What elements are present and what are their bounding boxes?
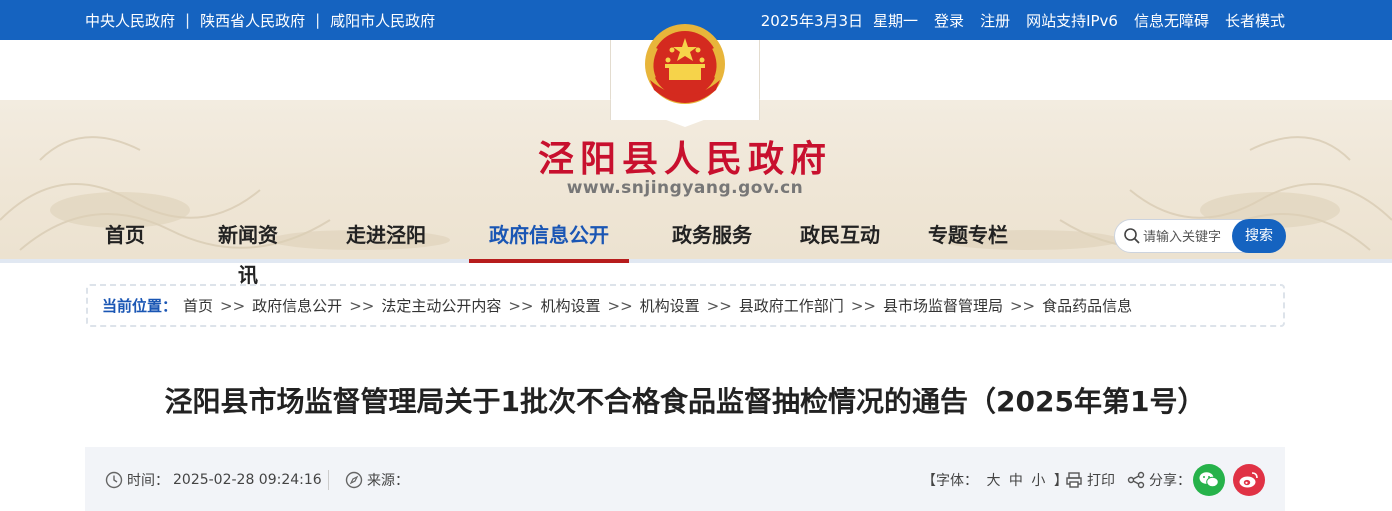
breadcrumb-item[interactable]: 县政府工作部门: [739, 295, 844, 316]
font-size-small[interactable]: 小: [1031, 473, 1045, 489]
breadcrumb-arrow: >>: [706, 296, 732, 315]
link-shaanxi-gov[interactable]: 陕西省人民政府: [200, 10, 305, 31]
compass-icon: [345, 471, 363, 489]
nav-interaction[interactable]: 政民互动: [795, 215, 885, 263]
top-bar-right: 2025年3月3日 星期一 登录 注册 网站支持IPv6 信息无障碍 长者模式: [761, 0, 1285, 40]
breadcrumb-item[interactable]: 首页: [183, 295, 213, 316]
site-title: 泾阳县人民政府: [537, 138, 832, 180]
breadcrumb-arrow: >>: [349, 296, 375, 315]
breadcrumb-item[interactable]: 县市场监督管理局: [883, 295, 1003, 316]
time-value: 2025-02-28 09:24:16: [173, 472, 322, 488]
link-xianyang-gov[interactable]: 咸阳市人民政府: [330, 10, 435, 31]
nav-home[interactable]: 首页: [90, 215, 160, 263]
nav-news[interactable]: 新闻资讯: [213, 215, 283, 287]
nav-about[interactable]: 走进泾阳: [341, 215, 431, 263]
breadcrumb-item[interactable]: 食品药品信息: [1042, 295, 1132, 316]
nav-special[interactable]: 专题专栏: [923, 215, 1013, 263]
wechat-share-button[interactable]: [1193, 464, 1225, 496]
link-central-gov[interactable]: 中央人民政府: [85, 10, 175, 31]
article-source: 来源：: [345, 470, 409, 490]
font-size-switcher: 【字体： 大 中 小 】: [920, 470, 1070, 490]
font-size-large[interactable]: 大: [986, 473, 1000, 489]
search-box: 搜索: [1114, 219, 1286, 253]
nav-gov-info[interactable]: 政府信息公开: [469, 215, 629, 263]
share-group: 分享：: [1127, 470, 1191, 490]
source-label: 来源：: [367, 473, 409, 489]
national-emblem: [645, 24, 725, 104]
font-label-open: 【字体：: [922, 473, 978, 489]
site-url: www.snjingyang.gov.cn: [566, 178, 804, 198]
accessibility-link[interactable]: 信息无障碍: [1134, 10, 1209, 31]
current-date: 2025年3月3日: [760, 11, 864, 30]
print-button[interactable]: 打印: [1065, 470, 1115, 490]
breadcrumb: 当前位置： 首页 >> 政府信息公开 >> 法定主动公开内容 >> 机构设置 >…: [86, 284, 1285, 327]
login-link[interactable]: 登录: [934, 10, 964, 31]
article-title: 泾阳县市场监督管理局关于1批次不合格食品监督抽检情况的通告（2025年第1号）: [164, 385, 1206, 418]
breadcrumb-arrow: >>: [508, 296, 534, 315]
breadcrumb-item[interactable]: 政府信息公开: [252, 295, 342, 316]
printer-icon: [1066, 472, 1082, 488]
ipv6-link[interactable]: 网站支持IPv6: [1026, 10, 1118, 31]
breadcrumb-arrow: >>: [1009, 296, 1036, 315]
separator: |: [185, 11, 191, 29]
breadcrumb-item[interactable]: 法定主动公开内容: [381, 295, 501, 316]
share-label: 分享：: [1149, 473, 1191, 489]
search-input[interactable]: [1143, 226, 1235, 248]
breadcrumb-label: 当前位置：: [102, 297, 178, 315]
weibo-icon: [1239, 472, 1258, 488]
time-label: 时间：: [127, 473, 169, 489]
share-icon: [1127, 471, 1145, 489]
article-meta-bar: 时间： 2025-02-28 09:24:16 来源： 【字体： 大 中 小 】…: [85, 447, 1285, 511]
print-label: 打印: [1087, 473, 1115, 489]
register-link[interactable]: 注册: [980, 10, 1010, 31]
wechat-icon: [1199, 472, 1219, 488]
breadcrumb-item[interactable]: 机构设置: [640, 295, 700, 316]
main-nav: 首页 新闻资讯 走进泾阳 政府信息公开 政务服务 政民互动 专题专栏: [90, 215, 1013, 287]
font-size-medium[interactable]: 中: [1009, 473, 1023, 489]
breadcrumb-item[interactable]: 机构设置: [540, 295, 600, 316]
publish-time: 时间： 2025-02-28 09:24:16: [105, 470, 322, 490]
breadcrumb-arrow: >>: [607, 296, 633, 315]
elder-mode-link[interactable]: 长者模式: [1225, 10, 1285, 31]
search-icon: [1124, 228, 1140, 244]
breadcrumb-arrow: >>: [850, 296, 876, 315]
current-weekday: 星期一: [873, 11, 919, 30]
nav-gov-services[interactable]: 政务服务: [667, 215, 757, 263]
clock-icon: [105, 471, 123, 489]
separator: |: [315, 11, 321, 29]
breadcrumb-arrow: >>: [220, 296, 246, 315]
external-links: 中央人民政府 | 陕西省人民政府 | 咸阳市人民政府: [85, 0, 435, 40]
weibo-share-button[interactable]: [1233, 464, 1265, 496]
meta-divider: [328, 470, 329, 490]
search-button[interactable]: 搜索: [1232, 219, 1286, 253]
